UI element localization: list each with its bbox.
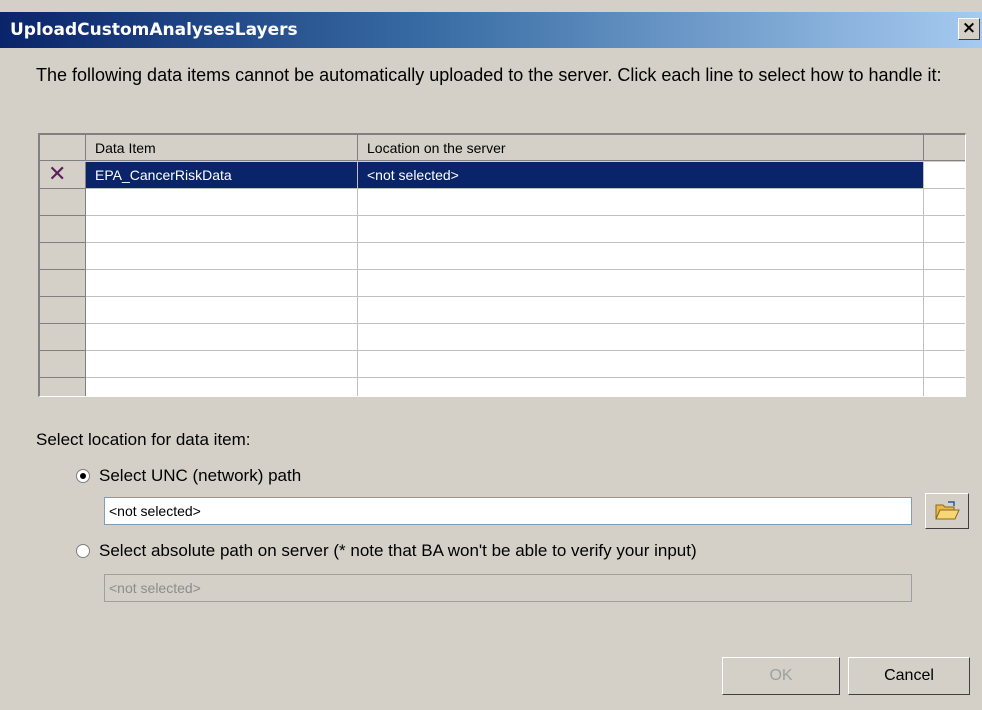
empty-cell	[924, 351, 965, 378]
row-header-corner	[40, 135, 86, 161]
empty-cell	[40, 270, 86, 297]
absolute-path-label[interactable]: Select absolute path on server (* note t…	[99, 541, 697, 561]
row-status-cell: ✕	[40, 162, 86, 189]
filler-cell	[924, 162, 965, 189]
empty-cell	[40, 243, 86, 270]
empty-cell	[86, 189, 358, 216]
empty-cell	[86, 378, 358, 396]
empty-cell	[358, 378, 924, 396]
data-items-grid[interactable]: Data Item Location on the server ✕ EPA_C…	[38, 133, 966, 397]
window-title: UploadCustomAnalysesLayers	[10, 20, 298, 40]
empty-cell	[358, 243, 924, 270]
unc-path-option[interactable]: Select UNC (network) path	[76, 466, 301, 486]
x-mark-icon: ✕	[48, 162, 67, 187]
location-section-label: Select location for data item:	[36, 430, 251, 449]
empty-cell	[358, 324, 924, 351]
column-header-filler	[924, 135, 965, 161]
empty-cell	[924, 297, 965, 324]
instructions-text: The following data items cannot be autom…	[36, 65, 942, 85]
absolute-path-option[interactable]: Select absolute path on server (* note t…	[76, 541, 697, 561]
ok-button[interactable]: OK	[722, 657, 840, 695]
empty-cell	[358, 216, 924, 243]
unc-path-radio[interactable]	[76, 469, 90, 483]
empty-cell	[40, 297, 86, 324]
column-header-data-item[interactable]: Data Item	[86, 135, 358, 161]
empty-cell	[924, 378, 965, 396]
grid-header: Data Item Location on the server	[40, 135, 965, 162]
empty-cell	[924, 189, 965, 216]
title-bar: UploadCustomAnalysesLayers ×	[0, 12, 982, 48]
column-header-location[interactable]: Location on the server	[358, 135, 924, 161]
empty-cell	[86, 216, 358, 243]
empty-cell	[924, 324, 965, 351]
folder-open-icon	[935, 501, 960, 520]
empty-cell	[40, 378, 86, 396]
absolute-path-input: <not selected>	[104, 574, 912, 602]
empty-row	[40, 216, 965, 243]
empty-cell	[358, 297, 924, 324]
browse-button[interactable]	[925, 493, 969, 529]
table-row[interactable]: ✕ EPA_CancerRiskData <not selected>	[40, 162, 965, 189]
empty-cell	[86, 324, 358, 351]
empty-row	[40, 297, 965, 324]
absolute-path-radio[interactable]	[76, 544, 90, 558]
empty-cell	[924, 243, 965, 270]
cancel-button[interactable]: Cancel	[848, 657, 970, 695]
data-item-cell[interactable]: EPA_CancerRiskData	[86, 162, 358, 189]
empty-row	[40, 243, 965, 270]
empty-cell	[40, 324, 86, 351]
empty-row	[40, 324, 965, 351]
empty-row	[40, 189, 965, 216]
empty-cell	[358, 351, 924, 378]
empty-cell	[40, 189, 86, 216]
empty-cell	[86, 297, 358, 324]
empty-cell	[40, 216, 86, 243]
location-cell[interactable]: <not selected>	[358, 162, 924, 189]
unc-path-label[interactable]: Select UNC (network) path	[99, 466, 301, 486]
empty-cell	[86, 351, 358, 378]
empty-cell	[86, 270, 358, 297]
empty-row	[40, 378, 965, 396]
empty-row	[40, 351, 965, 378]
empty-cell	[40, 351, 86, 378]
unc-path-input[interactable]: <not selected>	[104, 497, 912, 525]
close-button[interactable]: ×	[958, 18, 980, 40]
empty-cell	[924, 270, 965, 297]
empty-cell	[86, 243, 358, 270]
empty-cell	[924, 216, 965, 243]
empty-row	[40, 270, 965, 297]
empty-cell	[358, 189, 924, 216]
empty-cell	[358, 270, 924, 297]
